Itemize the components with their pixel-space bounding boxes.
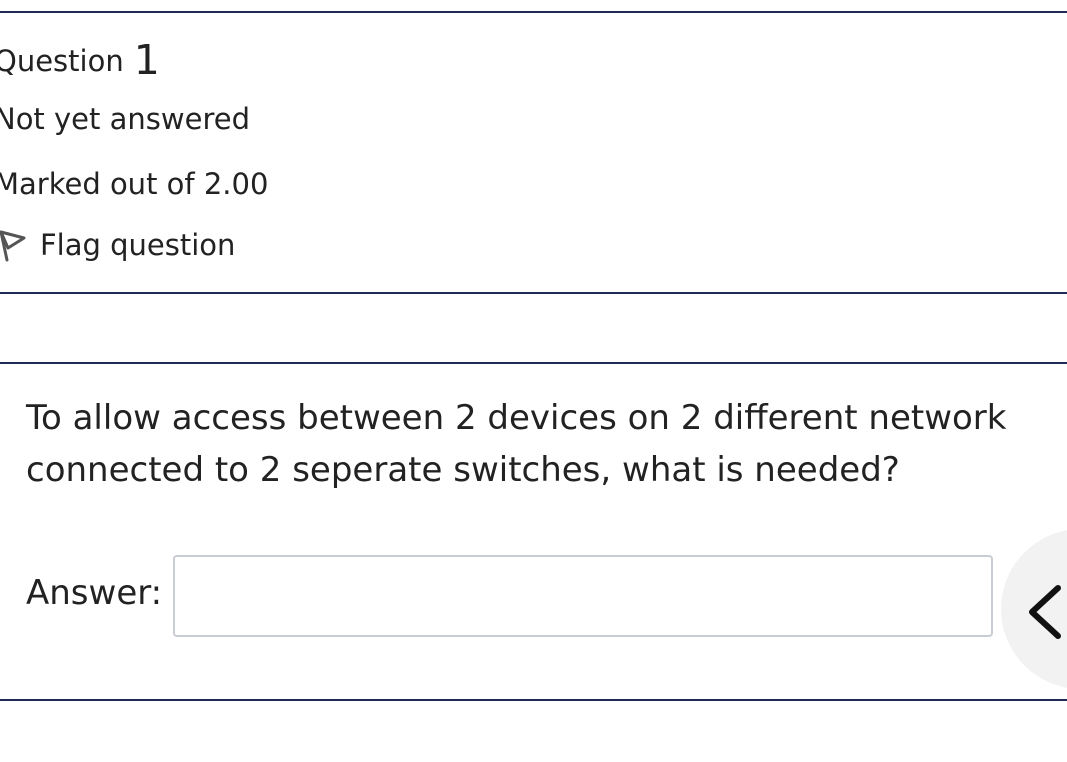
question-state: Not yet answered	[0, 102, 250, 136]
flag-question-label: Flag question	[40, 228, 236, 262]
question-label: Question	[0, 44, 124, 78]
info-top-divider	[0, 11, 1067, 13]
question-number: 1	[133, 36, 160, 84]
flag-icon	[0, 230, 26, 262]
answer-label: Answer:	[26, 573, 163, 613]
content-top-divider	[0, 362, 1067, 364]
question-text: To allow access between 2 devices on 2 d…	[26, 398, 1007, 490]
info-bottom-divider	[0, 292, 1067, 294]
chevron-left-icon[interactable]	[1024, 582, 1064, 642]
question-grade: Marked out of 2.00	[0, 167, 269, 201]
quiz-page: Question 1 Not yet answered Marked out of…	[0, 0, 1067, 762]
question-title: Question 1	[0, 37, 160, 81]
answer-input[interactable]	[173, 555, 993, 637]
content-bottom-divider	[0, 699, 1067, 701]
flag-question-link[interactable]: Flag question	[0, 226, 235, 264]
